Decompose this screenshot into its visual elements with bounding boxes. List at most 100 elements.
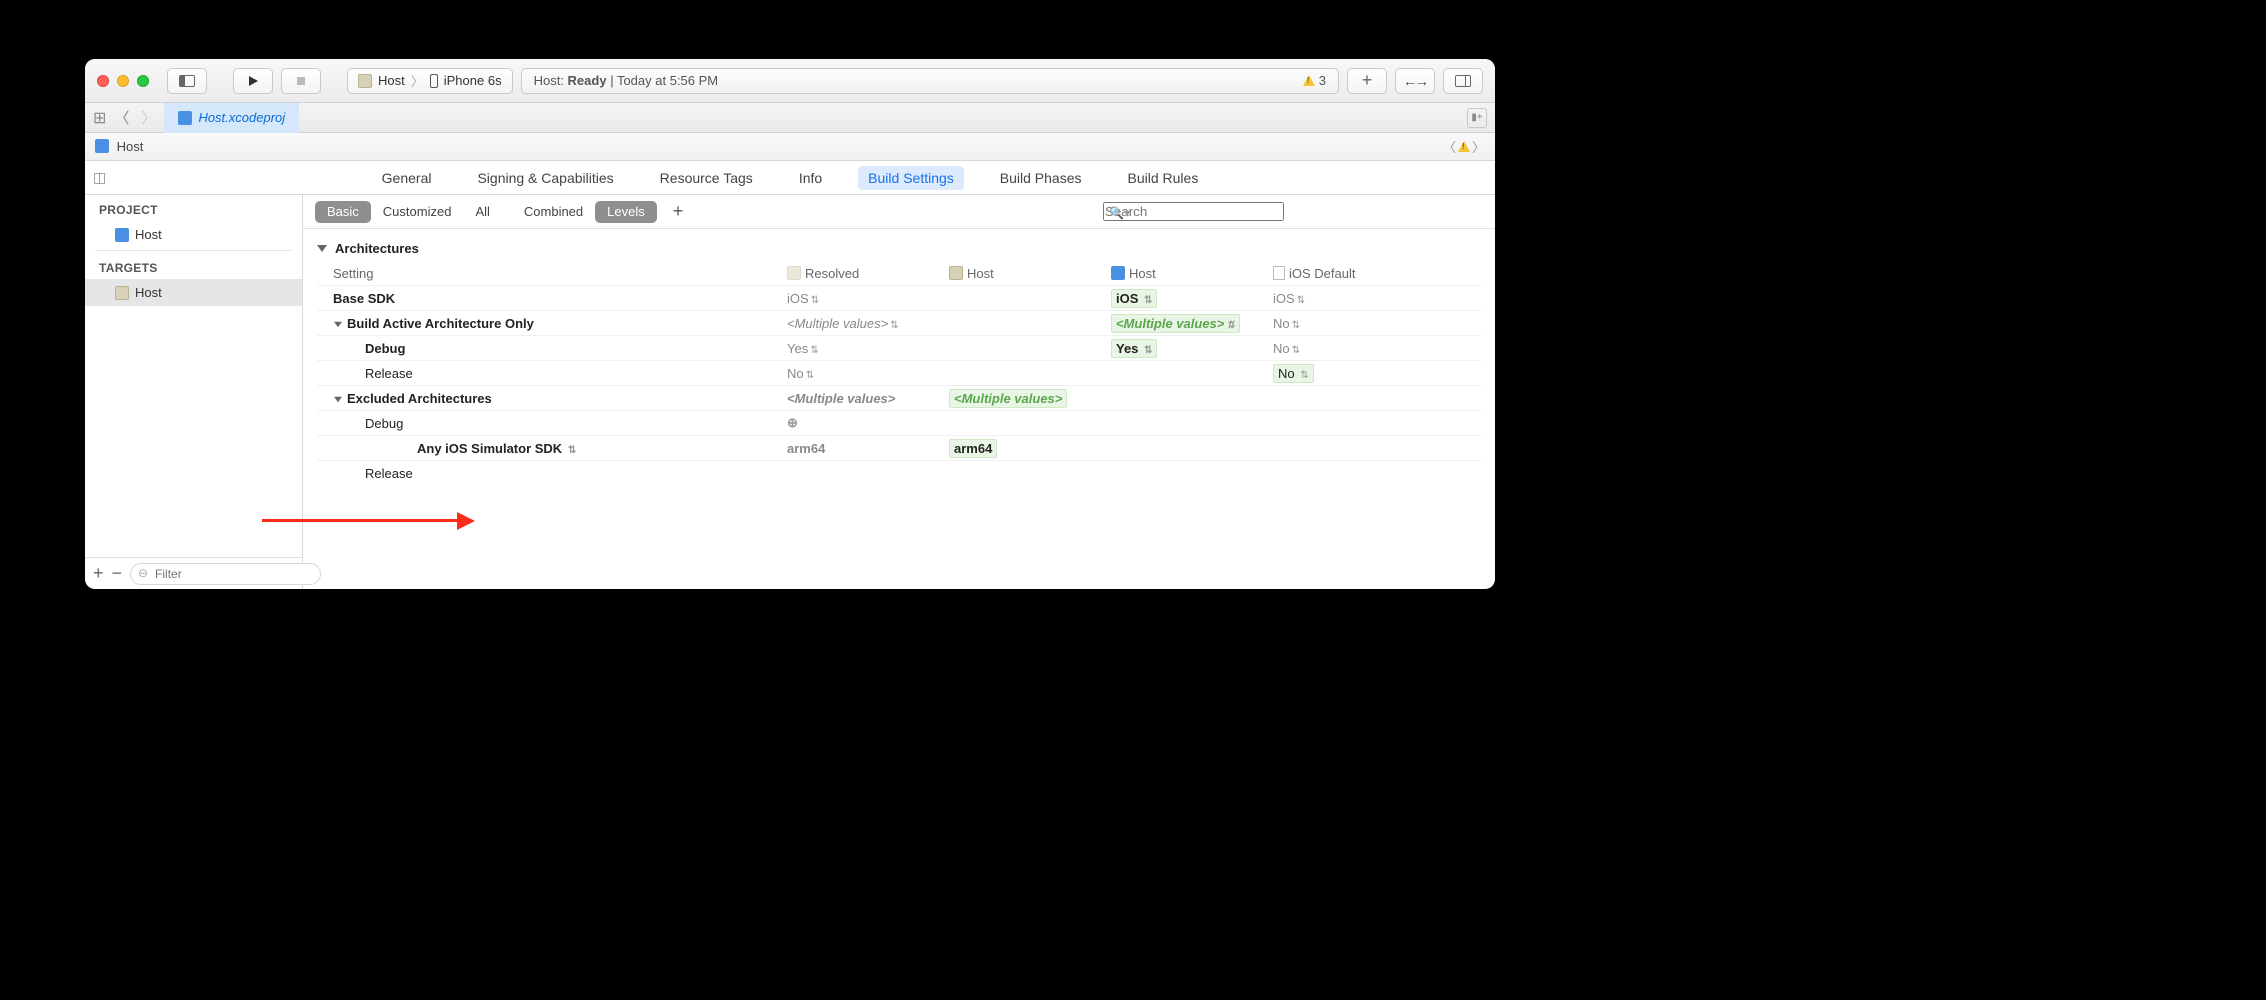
targets-section-header: TARGETS: [85, 253, 302, 279]
chevron-right-icon: 〉: [1472, 137, 1485, 156]
updown-icon: ⇅: [1300, 370, 1308, 381]
issue-stepper[interactable]: 〈 〉: [1443, 137, 1485, 156]
scheme-selector[interactable]: Host 〉 iPhone 6s: [347, 68, 513, 94]
updown-icon: ⇅: [1292, 320, 1300, 331]
updown-icon: ⇅: [806, 370, 814, 381]
scope-basic[interactable]: Basic: [315, 201, 371, 223]
document-tabbar: ⊞ 〈 〉 Host.xcodeproj ▮+: [85, 103, 1495, 133]
document-tab[interactable]: Host.xcodeproj: [164, 103, 299, 133]
target-icon: [787, 266, 801, 280]
titlebar: Host 〉 iPhone 6s Host: Ready | Today at …: [85, 59, 1495, 103]
stop-button[interactable]: [281, 68, 321, 94]
updown-icon: ⇅: [811, 295, 819, 306]
toggle-targets-list-button[interactable]: ◫: [93, 169, 106, 186]
col-resolved: Resolved: [787, 266, 949, 281]
scope-all[interactable]: All: [463, 201, 501, 223]
tab-build-settings[interactable]: Build Settings: [858, 166, 964, 190]
scope-customized[interactable]: Customized: [371, 201, 464, 223]
tab-resource-tags[interactable]: Resource Tags: [650, 166, 763, 190]
add-target-button[interactable]: +: [93, 563, 104, 584]
row-excl-release[interactable]: Release: [317, 460, 1481, 485]
breadcrumb-bar: Host 〈 〉: [85, 133, 1495, 161]
xcode-window: Host 〉 iPhone 6s Host: Ready | Today at …: [85, 59, 1495, 589]
add-setting-button[interactable]: +: [673, 201, 684, 222]
disclosure-triangle-icon: [334, 396, 342, 402]
updown-icon: ⇅: [568, 445, 576, 456]
activity-status[interactable]: Host: Ready | Today at 5:56 PM 3: [521, 68, 1339, 94]
settings-table: Architectures Setting Resolved Host Host…: [303, 229, 1495, 589]
tab-title: Host.xcodeproj: [198, 110, 285, 125]
row-baao-debug[interactable]: Debug Yes⇅ Yes ⇅ No⇅: [317, 335, 1481, 360]
row-excl-debug[interactable]: Debug ⊕: [317, 410, 1481, 435]
stop-icon: [294, 74, 308, 88]
updown-icon: ⇅: [1297, 295, 1305, 306]
editor-body: PROJECT Host TARGETS Host + −: [85, 195, 1495, 589]
tab-info[interactable]: Info: [789, 166, 832, 190]
scheme-device: iPhone 6s: [444, 73, 502, 88]
warning-icon: [1303, 75, 1315, 86]
project-editor-tabs: ◫ General Signing & Capabilities Resourc…: [85, 161, 1495, 195]
tab-build-phases[interactable]: Build Phases: [990, 166, 1092, 190]
project-icon: [178, 111, 192, 125]
scheme-target: Host: [378, 73, 405, 88]
sidebar-project-item[interactable]: Host: [85, 221, 302, 248]
window-controls[interactable]: [97, 75, 149, 87]
row-excl-simulator[interactable]: Any iOS Simulator SDK ⇅ arm64 arm64: [317, 435, 1481, 460]
minimize-icon[interactable]: [117, 75, 129, 87]
nav-back-button[interactable]: 〈: [110, 107, 133, 128]
tab-signing[interactable]: Signing & Capabilities: [467, 166, 623, 190]
target-icon: [358, 74, 372, 88]
project-section-header: PROJECT: [85, 195, 302, 221]
row-base-sdk[interactable]: Base SDK iOS⇅ iOS ⇅ iOS⇅: [317, 285, 1481, 310]
grouping-combined[interactable]: Combined: [512, 201, 595, 223]
settings-filter-bar: Basic Customized All Combined Levels + 🔍…: [303, 195, 1495, 229]
row-baao-release[interactable]: Release No⇅ No ⇅: [317, 360, 1481, 385]
target-filter-input[interactable]: [130, 563, 321, 585]
related-items-icon[interactable]: ⊞: [93, 108, 106, 128]
library-button[interactable]: +: [1347, 68, 1387, 94]
tab-general[interactable]: General: [372, 166, 442, 190]
close-icon[interactable]: [97, 75, 109, 87]
play-icon: [246, 74, 260, 88]
updown-icon: ⇅: [1144, 295, 1152, 306]
disclosure-triangle-icon: [334, 321, 342, 327]
col-default: iOS Default: [1273, 266, 1481, 281]
project-icon: [95, 139, 109, 153]
target-icon: [115, 286, 129, 300]
toggle-navigator-button[interactable]: [167, 68, 207, 94]
breadcrumb[interactable]: Host: [95, 139, 143, 154]
updown-icon: ⇅: [810, 345, 818, 356]
tab-build-rules[interactable]: Build Rules: [1118, 166, 1209, 190]
sidebar-target-item[interactable]: Host: [85, 279, 302, 306]
issue-indicator[interactable]: 3: [1303, 73, 1326, 88]
remove-target-button[interactable]: −: [112, 563, 123, 584]
grouping-segment[interactable]: Combined Levels: [512, 201, 657, 223]
settings-search-input[interactable]: [1103, 202, 1284, 221]
targets-sidebar: PROJECT Host TARGETS Host + −: [85, 195, 303, 589]
status-text: Host: Ready | Today at 5:56 PM: [534, 73, 719, 88]
code-review-button[interactable]: ←→: [1395, 68, 1435, 94]
grouping-levels[interactable]: Levels: [595, 201, 657, 223]
col-target: Host: [949, 266, 1111, 281]
scope-segment[interactable]: Basic Customized All: [315, 201, 502, 223]
disclosure-triangle-icon: [317, 245, 327, 252]
build-settings-panel: Basic Customized All Combined Levels + 🔍…: [303, 195, 1495, 589]
nav-forward-button[interactable]: 〉: [137, 107, 160, 128]
warning-icon: [1458, 141, 1470, 152]
group-architectures[interactable]: Architectures: [317, 235, 1481, 262]
add-editor-button[interactable]: ▮+: [1467, 108, 1487, 128]
col-project: Host: [1111, 266, 1273, 281]
target-icon: [949, 266, 963, 280]
column-headers: Setting Resolved Host Host iOS Default: [317, 262, 1481, 285]
phone-icon: [430, 74, 438, 88]
run-button[interactable]: [233, 68, 273, 94]
row-build-active-arch[interactable]: Build Active Architecture Only <Multiple…: [317, 310, 1481, 335]
row-excluded-arch[interactable]: Excluded Architectures <Multiple values>…: [317, 385, 1481, 410]
chevron-right-icon: 〉: [411, 71, 424, 90]
toggle-inspector-button[interactable]: [1443, 68, 1483, 94]
add-condition-icon[interactable]: ⊕: [787, 415, 798, 430]
updown-icon: ⇅: [1226, 320, 1234, 331]
updown-icon: ⇅: [1144, 345, 1152, 356]
zoom-icon[interactable]: [137, 75, 149, 87]
warning-count: 3: [1319, 73, 1326, 88]
